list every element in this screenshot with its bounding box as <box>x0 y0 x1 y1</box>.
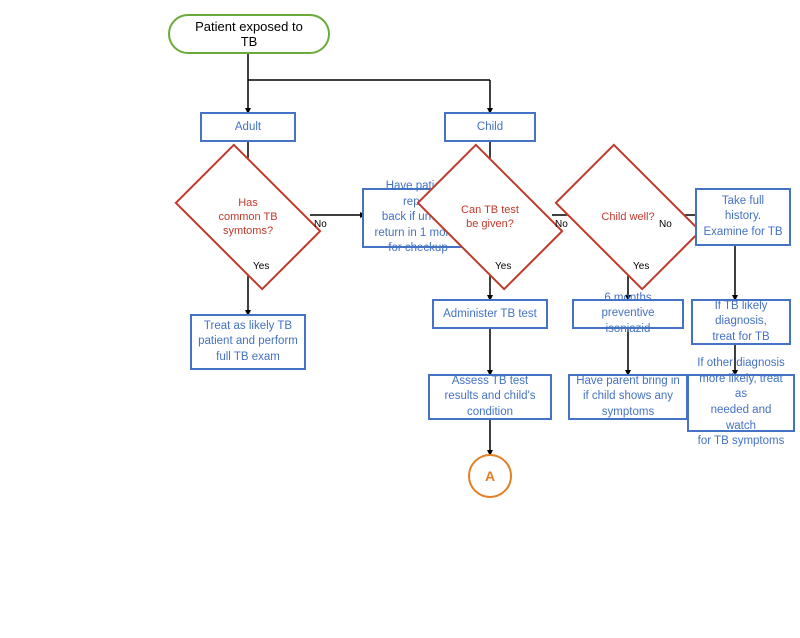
parent-bring-label: Have parent bring in if child shows any … <box>576 374 680 421</box>
treat-adult-node: Treat as likely TB patient and perform f… <box>190 314 306 370</box>
yes-label-3: Yes <box>633 261 649 272</box>
connector-a-node: A <box>468 454 512 498</box>
treat-adult-label: Treat as likely TB patient and perform f… <box>198 319 298 366</box>
start-node: Patient exposed to TB <box>168 14 330 54</box>
preventive-node: 6 months preventive isoniazid <box>572 299 684 329</box>
if-tb-likely-node: If TB likely diagnosis, treat for TB <box>691 299 791 345</box>
other-diag-label: If other diagnosis more likely, treat as… <box>695 356 787 449</box>
adult-node: Adult <box>200 112 296 142</box>
child-node: Child <box>444 112 536 142</box>
child-well-node: Child well? <box>566 175 690 259</box>
child-well-label: Child well? <box>601 210 654 224</box>
child-label: Child <box>477 121 503 133</box>
has-symptoms-label: Has common TB symtoms? <box>218 196 277 239</box>
parent-bring-node: Have parent bring in if child shows any … <box>568 374 688 420</box>
adult-label: Adult <box>235 121 261 133</box>
yes-label-1: Yes <box>253 261 269 272</box>
no-label-3: No <box>659 219 672 230</box>
connector-a-label: A <box>485 468 495 484</box>
administer-node: Administer TB test <box>432 299 548 329</box>
administer-label: Administer TB test <box>443 308 537 320</box>
other-diag-node: If other diagnosis more likely, treat as… <box>687 374 795 432</box>
can-tb-test-node: Can TB test be given? <box>428 175 552 259</box>
full-history-node: Take full history. Examine for TB <box>695 188 791 246</box>
can-tb-test-label: Can TB test be given? <box>461 203 519 232</box>
has-symptoms-node: Has common TB symtoms? <box>186 175 310 259</box>
assess-label: Assess TB test results and child's condi… <box>444 374 535 421</box>
preventive-label: 6 months preventive isoniazid <box>580 291 676 338</box>
assess-node: Assess TB test results and child's condi… <box>428 374 552 420</box>
start-label: Patient exposed to TB <box>188 19 310 49</box>
flowchart: Patient exposed to TB Adult Child Has co… <box>0 0 800 638</box>
yes-label-2: Yes <box>495 261 511 272</box>
full-history-label: Take full history. Examine for TB <box>703 194 783 241</box>
no-label-1: No <box>314 219 327 230</box>
if-tb-likely-label: If TB likely diagnosis, treat for TB <box>699 299 783 346</box>
